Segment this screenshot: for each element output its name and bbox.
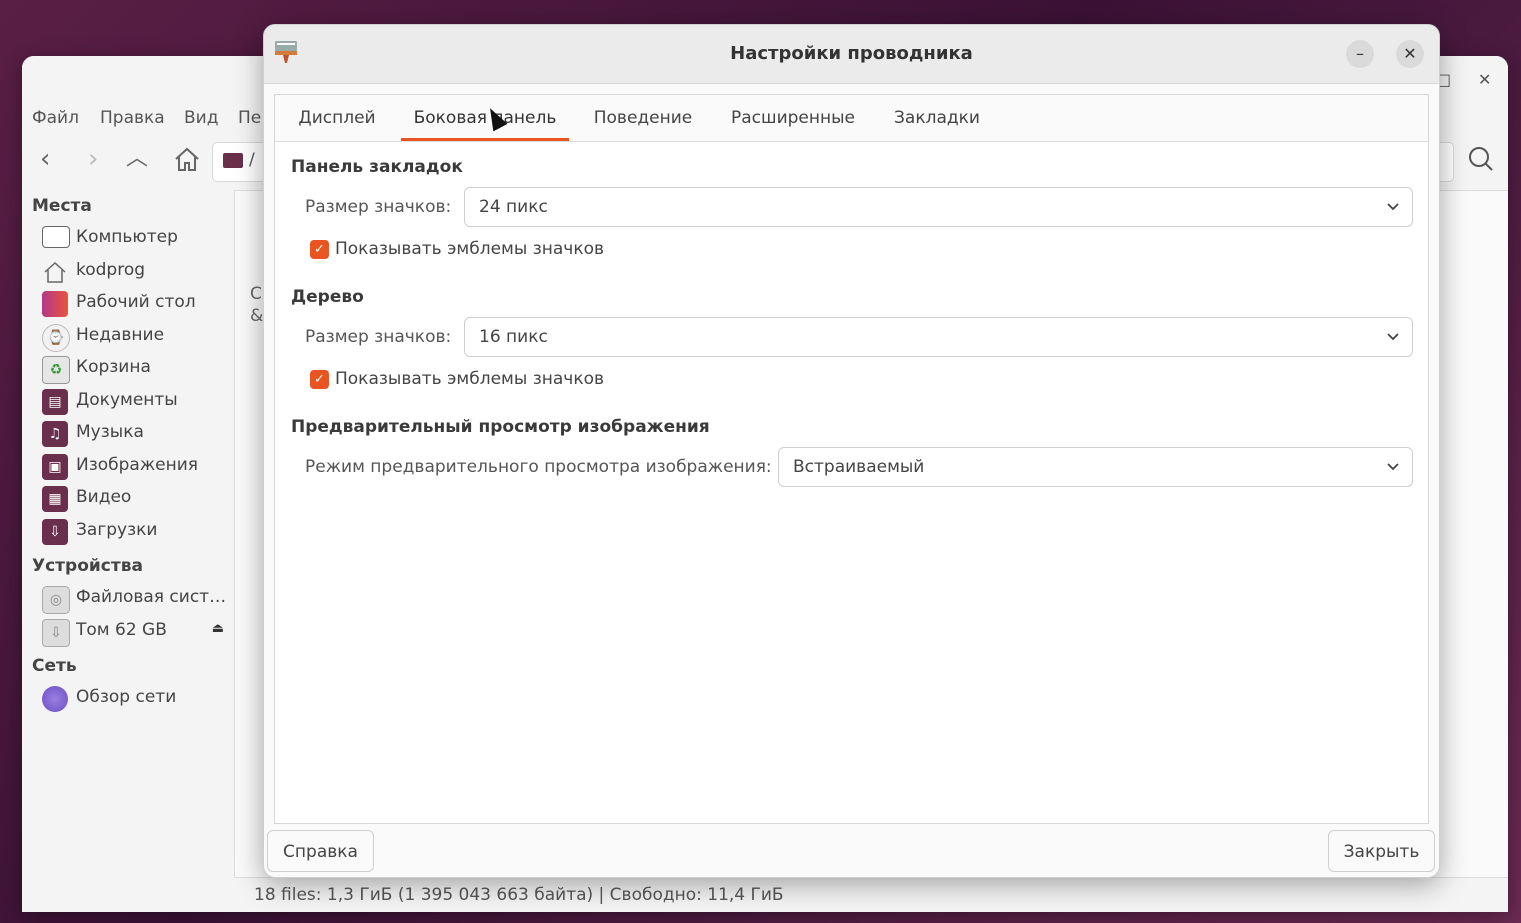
close-window-button[interactable]: ✕ xyxy=(1396,40,1424,68)
content-fragment: С xyxy=(250,284,262,304)
sidebar-item-trash[interactable]: ♻ Корзина xyxy=(40,354,230,384)
minimize-button[interactable]: – xyxy=(1346,40,1374,68)
tab-sidebar[interactable]: Боковая панель xyxy=(401,95,569,141)
close-button[interactable]: Закрыть xyxy=(1328,830,1435,872)
usb-drive-icon: ⇩ xyxy=(42,619,70,647)
sidebar-item-label: Обзор сети xyxy=(76,687,177,707)
network-header: Сеть xyxy=(32,656,77,676)
bookmarks-icon-size-select[interactable]: 24 пикс xyxy=(464,187,1413,227)
music-folder-icon: ♫ xyxy=(42,421,68,447)
chevron-down-icon xyxy=(1386,456,1400,480)
sidebar-item-filesystem[interactable]: ◎ Файловая сист… xyxy=(40,584,230,614)
help-button[interactable]: Справка xyxy=(267,830,374,872)
content-fragment: & xyxy=(250,306,264,326)
tree-emblems-checkbox[interactable]: ✓ xyxy=(310,370,329,389)
sidebar-item-label: Корзина xyxy=(76,357,151,377)
videos-folder-icon: ▦ xyxy=(42,486,68,512)
forward-icon[interactable]: › xyxy=(88,144,98,174)
minimize-icon: – xyxy=(1356,44,1364,63)
sidebar-item-label: Загрузки xyxy=(76,520,158,540)
folder-icon xyxy=(223,153,243,168)
back-icon[interactable]: ‹ xyxy=(40,144,50,174)
tree-icon-size-label: Размер значков: xyxy=(305,327,452,347)
bookmarks-emblems-checkbox[interactable]: ✓ xyxy=(310,240,329,259)
home-icon xyxy=(42,259,68,285)
bookmarks-emblems-label: Показывать эмблемы значков xyxy=(335,239,605,259)
chevron-down-icon xyxy=(1386,326,1400,350)
sidebar-item-desktop[interactable]: Рабочий стол xyxy=(40,289,230,319)
sidebar-item-label: Рабочий стол xyxy=(76,292,196,312)
search-icon[interactable] xyxy=(1466,144,1496,181)
recent-clock-icon: ⌚ xyxy=(42,324,70,352)
trash-icon: ♻ xyxy=(42,356,70,384)
sidebar-item-documents[interactable]: ▤ Документы xyxy=(40,387,230,417)
tab-bookmarks[interactable]: Закладки xyxy=(885,95,989,141)
sidebar-item-pictures[interactable]: ▣ Изображения xyxy=(40,452,230,482)
sidebar-item-recent[interactable]: ⌚ Недавние xyxy=(40,322,230,352)
sidebar-item-volume[interactable]: ⇩ Том 62 GB ⏏ xyxy=(40,617,230,647)
drive-icon: ◎ xyxy=(42,586,70,614)
close-icon[interactable]: ✕ xyxy=(1478,70,1491,89)
sidebar-item-downloads[interactable]: ⇩ Загрузки xyxy=(40,517,230,547)
sidebar-item-label: Видео xyxy=(76,487,132,507)
bookmarks-section-title: Панель закладок xyxy=(291,157,463,177)
tab-advanced[interactable]: Расширенные xyxy=(721,95,865,141)
pictures-folder-icon: ▣ xyxy=(42,454,68,480)
bookmarks-icon-size-label: Размер значков: xyxy=(305,197,452,217)
sidebar-item-music[interactable]: ♫ Музыка xyxy=(40,419,230,449)
preview-mode-select[interactable]: Встраиваемый xyxy=(778,447,1413,487)
menu-edit[interactable]: Правка xyxy=(100,108,165,128)
sidebar-item-label: Файловая сист… xyxy=(76,587,227,607)
dialog-titlebar: Настройки проводника – ✕ xyxy=(264,25,1439,84)
documents-folder-icon: ▤ xyxy=(42,389,68,415)
devices-header: Устройства xyxy=(32,556,143,576)
tree-section-title: Дерево xyxy=(291,287,364,307)
settings-notebook: Дисплей Боковая панель Поведение Расшире… xyxy=(274,94,1429,824)
statusbar: 18 files: 1,3 ГиБ (1 395 043 663 байта) … xyxy=(234,877,1508,912)
tree-icon-size-select[interactable]: 16 пикс xyxy=(464,317,1413,357)
select-value: Встраиваемый xyxy=(793,457,925,477)
select-value: 16 пикс xyxy=(479,327,548,347)
tab-bar: Дисплей Боковая панель Поведение Расшире… xyxy=(275,95,1428,142)
network-icon xyxy=(42,686,68,712)
preview-section-title: Предварительный просмотр изображения xyxy=(291,417,710,437)
eject-icon[interactable]: ⏏ xyxy=(212,621,224,636)
preferences-dialog: Настройки проводника – ✕ Дисплей Боковая… xyxy=(263,24,1440,878)
preview-mode-label: Режим предварительного просмотра изображ… xyxy=(305,457,772,477)
home-icon[interactable] xyxy=(172,144,202,181)
close-icon: ✕ xyxy=(1403,44,1417,63)
sidebar-item-label: Музыка xyxy=(76,422,144,442)
dialog-title: Настройки проводника xyxy=(730,43,973,64)
places-header: Места xyxy=(32,196,92,216)
sidebar-item-home[interactable]: kodprog xyxy=(40,257,230,287)
chevron-down-icon xyxy=(1386,196,1400,220)
sidebar-item-label: Том 62 GB xyxy=(76,620,167,640)
sidebar-item-label: Компьютер xyxy=(76,227,178,247)
tree-emblems-label: Показывать эмблемы значков xyxy=(335,369,605,389)
tab-behavior[interactable]: Поведение xyxy=(585,95,701,141)
sidebar-item-label: Документы xyxy=(76,390,178,410)
menu-file[interactable]: Файл xyxy=(32,108,79,128)
sidebar-item-videos[interactable]: ▦ Видео xyxy=(40,484,230,514)
menu-view[interactable]: Вид xyxy=(184,108,218,128)
select-value: 24 пикс xyxy=(479,197,548,217)
sidebar-item-label: Изображения xyxy=(76,455,199,475)
status-text: 18 files: 1,3 ГиБ (1 395 043 663 байта) … xyxy=(254,885,784,905)
sidebar: Места Компьютер kodprog Рабочий стол ⌚ Н… xyxy=(22,190,235,912)
menu-go[interactable]: Пе xyxy=(238,108,261,128)
desktop-folder-icon xyxy=(42,291,68,317)
tab-display[interactable]: Дисплей xyxy=(289,95,385,141)
sidebar-item-label: kodprog xyxy=(76,260,146,280)
downloads-folder-icon: ⇩ xyxy=(42,519,68,545)
computer-icon xyxy=(42,226,70,248)
sidebar-item-label: Недавние xyxy=(76,325,165,345)
up-icon[interactable]: ︿ xyxy=(126,144,148,174)
sidebar-item-network[interactable]: Обзор сети xyxy=(40,684,230,714)
sidebar-item-computer[interactable]: Компьютер xyxy=(40,224,230,254)
location-path: / xyxy=(249,150,255,170)
